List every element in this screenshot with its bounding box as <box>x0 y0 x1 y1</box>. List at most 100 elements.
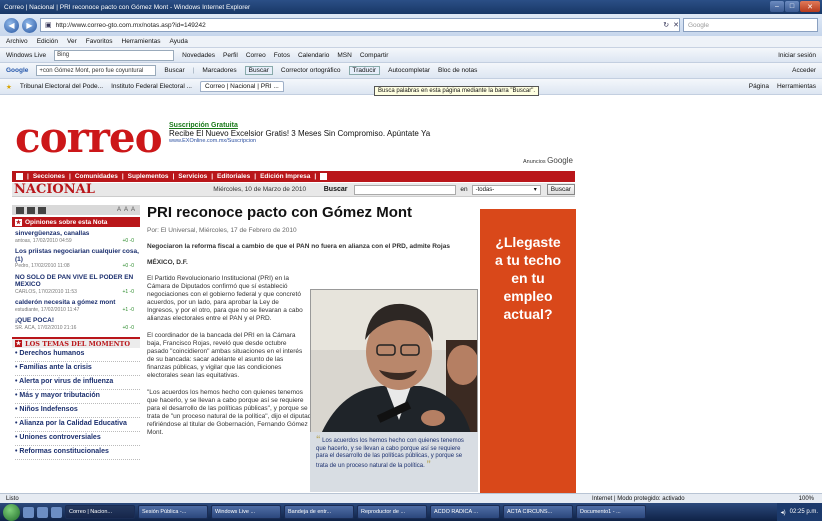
minimize-button[interactable]: – <box>770 1 784 12</box>
fav-tab-ife[interactable]: Instituto Federal Electoral ... <box>111 83 192 90</box>
wl-fotos[interactable]: Fotos <box>274 52 290 59</box>
taskbar-button[interactable]: Bandeja de entr... <box>284 505 354 519</box>
stop-icon[interactable]: ✕ <box>673 21 679 29</box>
home-icon[interactable] <box>16 173 23 180</box>
herramientas-menu[interactable]: Herramientas <box>777 83 816 90</box>
topic-label[interactable]: Alerta por virus de influenza <box>19 378 113 385</box>
windows-live-label[interactable]: Windows Live <box>6 52 46 59</box>
pagina-menu[interactable]: Página <box>749 83 769 90</box>
opinion-title[interactable]: calderón necesita a gómez mont <box>15 299 140 307</box>
job-ad-text[interactable]: ¿Llegaste a tu techo en tu empleo actual… <box>480 233 576 323</box>
zoom-level[interactable]: 100% <box>772 496 822 502</box>
topic-label[interactable]: Alianza por la Calidad Educativa <box>19 420 127 427</box>
menu-favoritos[interactable]: Favoritos <box>86 38 113 45</box>
topic-label[interactable]: Derechos humanos <box>19 350 84 357</box>
search-box[interactable]: Google <box>683 18 818 32</box>
opinion-votes[interactable]: +1 -0 <box>122 307 140 315</box>
traducir-button[interactable]: Traducir <box>348 66 381 75</box>
menu-edicion[interactable]: Edición <box>37 38 58 45</box>
taskbar-button[interactable]: ACDO RADICA ... <box>430 505 500 519</box>
menu-herramientas[interactable]: Herramientas <box>122 38 161 45</box>
back-button[interactable]: ◀ <box>4 17 19 33</box>
nav-suplementos[interactable]: Suplementos <box>128 173 169 180</box>
wl-calendario[interactable]: Calendario <box>298 52 329 59</box>
menu-ver[interactable]: Ver <box>67 38 77 45</box>
wl-signin[interactable]: Iniciar sesión <box>778 52 816 59</box>
google-ads-label[interactable]: Anuncios Google <box>523 156 573 165</box>
nav-comunidades[interactable]: Comunidades <box>75 173 118 180</box>
topic-label[interactable]: Reformas constitucionales <box>19 448 108 455</box>
taskbar-button[interactable]: Documento1 - ... <box>576 505 646 519</box>
google-query-input[interactable]: +con Gómez Mont, pero fue coyuntural <box>36 65 157 76</box>
topic-label[interactable]: Familias ante la crisis <box>19 364 91 371</box>
opinion-title[interactable]: sinvergüenzas, canallas <box>15 230 140 238</box>
topic-link[interactable]: • Alerta por virus de influenza <box>15 376 140 390</box>
topic-link[interactable]: • Uniones controversiales <box>15 432 140 446</box>
taskbar-button[interactable]: Windows Live ... <box>211 505 281 519</box>
topic-link[interactable]: • Reformas constitucionales <box>15 446 140 460</box>
google-buscar2-button[interactable]: Buscar <box>244 66 273 75</box>
comment-icon[interactable] <box>38 206 46 214</box>
nav-servicios[interactable]: Servicios <box>178 173 207 180</box>
email-icon[interactable] <box>16 206 24 214</box>
opinion-votes[interactable]: +1 -0 <box>122 289 140 297</box>
promo-title[interactable]: Suscripción Gratuita <box>169 122 430 129</box>
wl-msn[interactable]: MSN <box>337 52 351 59</box>
opinion-title[interactable]: ¡QUE POCA! <box>15 317 140 325</box>
quicklaunch-icon[interactable] <box>23 506 34 518</box>
job-ad-banner[interactable]: ¿Llegaste a tu techo en tu empleo actual… <box>480 209 576 493</box>
site-search-button[interactable]: Buscar <box>546 184 575 195</box>
bloc-button[interactable]: Bloc de notas <box>438 67 477 74</box>
nav-editoriales[interactable]: Editoriales <box>217 173 250 180</box>
start-button[interactable] <box>3 503 20 521</box>
autocompletar-button[interactable]: Autocompletar <box>388 67 430 74</box>
opinion-votes[interactable]: +0 -0 <box>122 325 140 333</box>
close-button[interactable]: ✕ <box>800 1 820 12</box>
topic-link[interactable]: • Niños Indefensos <box>15 404 140 418</box>
forward-button[interactable]: ▶ <box>22 17 37 33</box>
topic-label[interactable]: Más y mayor tributación <box>19 392 100 399</box>
windows-live-search[interactable]: Bing <box>54 49 175 61</box>
topic-label[interactable]: Niños Indefensos <box>19 406 77 413</box>
taskbar-button[interactable]: Reproductor de ... <box>357 505 427 519</box>
menu-ayuda[interactable]: Ayuda <box>170 38 188 45</box>
taskbar-button[interactable]: Sesión Pública -... <box>138 505 208 519</box>
nav-secciones[interactable]: Secciones <box>33 173 65 180</box>
menu-archivo[interactable]: Archivo <box>6 38 28 45</box>
wl-novedades[interactable]: Novedades <box>182 52 215 59</box>
security-zone[interactable]: Internet | Modo protegido: activado <box>592 496 772 502</box>
wl-correo[interactable]: Correo <box>246 52 266 59</box>
topic-link[interactable]: • Más y mayor tributación <box>15 390 140 404</box>
corrector-button[interactable]: Corrector ortográfico <box>281 67 341 74</box>
google-acceder[interactable]: Acceder <box>792 67 816 74</box>
wl-compartir[interactable]: Compartir <box>360 52 389 59</box>
quicklaunch-icon[interactable] <box>37 506 48 518</box>
opinion-votes[interactable]: +0 -0 <box>122 238 140 246</box>
opinion-item[interactable]: Los priistas negociarian cualquier cosa,… <box>15 248 140 271</box>
taskbar-button[interactable]: ACTA CIRCUNS... <box>503 505 573 519</box>
google-buscar-button[interactable]: Buscar <box>164 67 184 74</box>
fav-tab-tribunal[interactable]: Tribunal Electoral del Pode... <box>20 83 103 90</box>
favorites-star-icon[interactable]: ★ <box>6 83 12 91</box>
opinion-title[interactable]: Los priistas negociarian cualquier cosa,… <box>15 248 140 263</box>
opinion-votes[interactable]: +0 -0 <box>122 263 140 271</box>
topic-label[interactable]: Uniones controversiales <box>19 434 100 441</box>
rss-icon[interactable] <box>320 173 328 180</box>
opinion-item[interactable]: calderón necesita a gómez mont estudiant… <box>15 299 140 314</box>
site-logo[interactable]: correo <box>15 113 163 162</box>
wl-perfil[interactable]: Perfil <box>223 52 238 59</box>
topic-link[interactable]: • Familias ante la crisis <box>15 362 140 376</box>
topic-link[interactable]: • Alianza por la Calidad Educativa <box>15 418 140 432</box>
font-size-control[interactable]: A A A <box>117 207 140 213</box>
topic-link[interactable]: • Derechos humanos <box>15 348 140 362</box>
opinion-item[interactable]: sinvergüenzas, canallas antoas, 17/02/20… <box>15 230 140 245</box>
opinion-item[interactable]: NO SOLO DE PAN VIVE EL PODER EN MEXICO C… <box>15 274 140 297</box>
site-search-scope[interactable]: -todas- ▾ <box>471 184 541 195</box>
quicklaunch-icon[interactable] <box>51 506 62 518</box>
address-bar[interactable]: ▣ http://www.correo-gto.com.mx/notas.asp… <box>40 18 680 32</box>
tab-correo[interactable]: Correo | Nacional | PRI ... <box>200 81 284 92</box>
clock[interactable]: 02:25 p.m. <box>790 509 818 515</box>
opinion-item[interactable]: ¡QUE POCA! SR. ACA, 17/02/2010 21:16 +0 -… <box>15 317 140 332</box>
nav-edicion-impresa[interactable]: Edición Impresa <box>260 173 310 180</box>
maximize-button[interactable]: □ <box>785 1 799 12</box>
